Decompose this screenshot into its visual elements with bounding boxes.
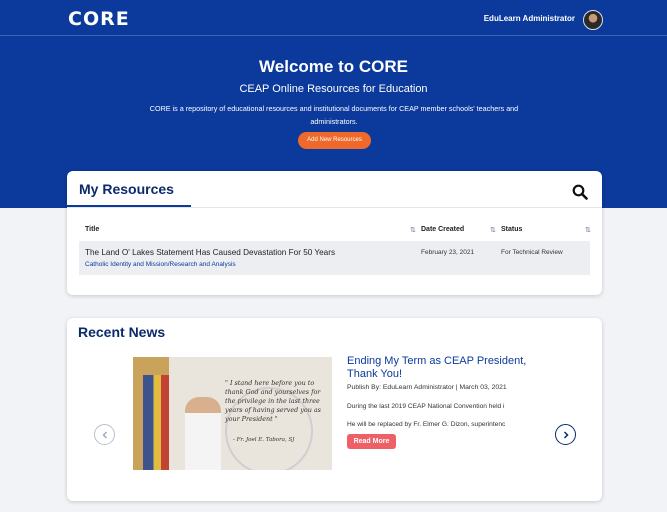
chevron-left-icon xyxy=(102,431,107,438)
my-resources-card: My Resources Title ⇅ Date Created ⇅ Stat… xyxy=(67,171,602,295)
sort-icon[interactable]: ⇅ xyxy=(410,226,416,234)
news-excerpt: He will be replaced by Fr. Elmer G. Dizo… xyxy=(347,421,506,428)
user-avatar[interactable] xyxy=(583,10,603,30)
speaker-graphic xyxy=(185,397,221,470)
resource-title[interactable]: The Land O' Lakes Statement Has Caused D… xyxy=(85,248,335,257)
core-logo[interactable]: CORE xyxy=(68,8,130,30)
table-row[interactable]: The Land O' Lakes Statement Has Caused D… xyxy=(79,241,590,275)
carousel-prev-button[interactable] xyxy=(94,424,115,445)
logo-text: CORE xyxy=(68,8,130,30)
resource-status: For Technical Review xyxy=(501,249,563,256)
recent-news-title: Recent News xyxy=(78,324,166,340)
flag-graphic xyxy=(143,375,169,470)
image-signature: - Fr. Joel E. Tabora, SJ xyxy=(233,437,295,443)
image-quote: " I stand here before you to thank God a… xyxy=(225,379,321,423)
column-header-date-created[interactable]: Date Created xyxy=(421,226,464,233)
read-more-button[interactable]: Read More xyxy=(347,434,396,449)
divider xyxy=(67,207,602,208)
my-resources-title: My Resources xyxy=(79,181,174,197)
search-icon[interactable] xyxy=(572,184,588,200)
sort-icon[interactable]: ⇅ xyxy=(585,226,591,234)
add-new-resources-button[interactable]: Add New Resources xyxy=(298,132,371,149)
hero-subtitle: CEAP Online Resources for Education xyxy=(239,83,428,95)
top-navbar: CORE EduLearn Administrator xyxy=(0,0,667,36)
hero-description: CORE is a repository of educational reso… xyxy=(149,104,519,126)
chevron-right-icon xyxy=(563,430,569,439)
news-image[interactable]: " I stand here before you to thank God a… xyxy=(133,357,332,470)
resource-category: Catholic Identity and Mission/Research a… xyxy=(85,261,236,268)
user-name[interactable]: EduLearn Administrator xyxy=(484,14,575,23)
sort-icon[interactable]: ⇅ xyxy=(490,226,496,234)
hero-title: Welcome to CORE xyxy=(259,57,408,76)
recent-news-card: Recent News " I stand here before you to… xyxy=(67,318,602,501)
news-byline: Publish By: EduLearn Administrator | Mar… xyxy=(347,384,507,391)
column-header-title[interactable]: Title xyxy=(85,226,99,233)
carousel-next-button[interactable] xyxy=(555,424,576,445)
column-header-status[interactable]: Status xyxy=(501,226,522,233)
news-headline[interactable]: Ending My Term as CEAP President, Thank … xyxy=(347,355,539,381)
news-excerpt: During the last 2019 CEAP National Conve… xyxy=(347,403,505,410)
resource-date: February 23, 2021 xyxy=(421,249,475,256)
